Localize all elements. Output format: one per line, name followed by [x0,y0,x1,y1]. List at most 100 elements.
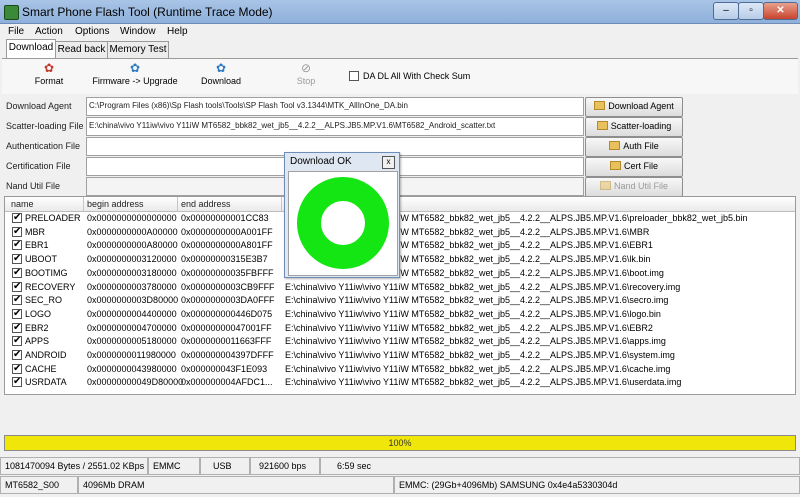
row-checkbox[interactable] [12,321,22,334]
da-dl-checksum-label: DA DL All With Check Sum [363,71,471,81]
column-header-name[interactable]: name [11,199,34,209]
begin-address: 0x0000000003180000 [87,267,177,278]
partition-name: CACHE [25,363,57,374]
end-address: 0x000000043F1E093 [181,363,268,374]
folder-icon [609,161,621,170]
row-checkbox[interactable] [12,238,22,251]
end-address: 0x0000000003CB9FFF [181,281,275,292]
end-address: 0x000000004AFDC1... [181,377,273,388]
status-time: 6:59 sec [320,457,800,475]
app-icon [4,5,19,20]
begin-address: 0x0000000003780000 [87,281,177,292]
minimize-button[interactable]: – [713,2,739,20]
row-checkbox[interactable] [12,293,22,306]
table-row[interactable]: APPS 0x0000000005180000 0x0000000011663FFF… [5,334,795,348]
success-ring-icon [297,177,389,269]
end-address: 0x00000000047001FF [181,322,272,333]
format-label: Format [34,76,64,86]
scatter-loading-field[interactable]: E:\china\vivo Y11iw\vivo Y11iW MT6582_bb… [86,117,584,136]
firmware-upgrade-button[interactable]: ✿ Firmware -> Upgrade [88,62,182,86]
table-row[interactable]: PRELOADER 0x0000000000000000 0x00000000001… [5,211,795,225]
firmware-upgrade-label: Firmware -> Upgrade [92,76,178,86]
nand-util-file-button[interactable]: Nand Util File [585,177,683,197]
partition-table: name begin address end address PRELOADER… [4,196,796,395]
table-row[interactable]: MBR0x0000000000A000000x0000000000A001FFE… [5,225,795,239]
partition-name: USRDATA [25,377,67,388]
table-row[interactable]: BOOTIMG 0x0000000003180000 0x00000000035FB… [5,266,795,280]
download-button[interactable]: ✿ Download [196,62,246,86]
format-icon: ✿ [43,61,55,75]
partition-file-path: E:\china\vivo Y11iw\vivo Y11iW MT6582_bb… [285,308,661,319]
row-checkbox[interactable] [12,307,22,320]
row-checkbox[interactable] [12,280,22,293]
maximize-button[interactable]: ▫ [738,2,764,20]
begin-address: 0x0000000000A80000 [87,240,178,251]
menu-action[interactable]: Action [35,26,63,37]
table-row[interactable]: EBR2 0x0000000004700000 0x00000000047001FF… [5,321,795,335]
scatter-loading-button-label: Scatter-loading [610,121,672,131]
partition-file-path: E:\china\vivo Y11iw\vivo Y11iW MT6582_bb… [285,295,669,306]
close-button[interactable]: ✕ [763,2,798,20]
menu-bar: File Action Options Window Help [0,24,800,39]
table-row[interactable]: SEC_RO 0x0000000003D800000x0000000003DA0F… [5,293,795,307]
row-checkbox[interactable] [12,266,22,279]
cert-file-button[interactable]: Cert File [585,157,683,177]
partition-file-path: E:\china\vivo Y11iw\vivo Y11iW MT6582_bb… [285,377,682,388]
auth-file-button[interactable]: Auth File [585,137,683,157]
begin-address: 0x0000000000000000 [87,213,177,223]
download-agent-field[interactable]: C:\Program Files (x86)\Sp Flash tools\To… [86,97,584,116]
row-checkbox[interactable] [12,362,22,375]
begin-address: 0x0000000011980000 [87,350,176,360]
partition-name: EBR2 [25,322,49,333]
table-row[interactable]: ANDROID 0x0000000011980000 0x000000004397D… [5,348,795,362]
column-header-end[interactable]: end address [181,199,231,209]
progress-bar: 100% [4,435,796,451]
begin-address: 0x0000000005180000 [87,336,177,347]
da-dl-checksum-checkbox[interactable] [349,71,359,81]
row-checkbox[interactable] [12,225,22,238]
end-address: 0x00000000035FBFFF [181,267,274,278]
scatter-loading-label: Scatter-loading File [6,121,84,131]
menu-file[interactable]: File [8,26,24,37]
row-checkbox[interactable] [12,252,22,265]
table-row[interactable]: UBOOT 0x0000000003120000 0x00000000315E3B7… [5,252,795,266]
download-agent-button[interactable]: Download Agent [585,97,683,117]
folder-icon [609,141,621,150]
format-button[interactable]: ✿ Format [26,62,72,86]
tab-read-back[interactable]: Read back [55,41,108,59]
folder-icon [594,101,606,110]
end-address: 0x0000000000A001FF [181,226,273,237]
table-row[interactable]: RECOVERY 0x0000000003780000 0x0000000003CB… [5,280,795,294]
stop-button[interactable]: ⊘ Stop [290,62,322,86]
row-checkbox[interactable] [12,348,22,361]
menu-window[interactable]: Window [120,26,156,37]
dialog-close-button[interactable]: x [382,156,395,169]
title-bar: Smart Phone Flash Tool (Runtime Trace Mo… [0,0,800,24]
partition-name: SEC_RO [25,295,63,306]
partition-name: MBR [25,226,45,237]
status-emmc: EMMC: (29Gb+4096Mb) SAMSUNG 0x4e4a533030… [394,476,800,494]
begin-address: 0x0000000003120000 [87,254,177,265]
table-row[interactable]: USRDATA 0x00000000049D800000x000000004AFD… [5,375,795,389]
certification-file-label: Certification File [6,161,71,171]
firmware-upgrade-icon: ✿ [129,61,141,75]
window-title: Smart Phone Flash Tool (Runtime Trace Mo… [22,5,273,19]
tab-download[interactable]: Download [6,39,56,59]
stop-icon: ⊘ [300,61,312,75]
end-address: 0x000000000446D075 [181,308,273,319]
table-row[interactable]: CACHE 0x0000000043980000 0x000000043F1E093… [5,362,795,376]
table-header: name begin address end address [5,197,795,212]
end-address: 0x00000000001CC83 [181,213,269,223]
column-header-begin[interactable]: begin address [87,199,144,209]
menu-options[interactable]: Options [75,26,109,37]
table-row[interactable]: EBR1 0x0000000000A800000x0000000000A801FF… [5,238,795,252]
auth-file-button-label: Auth File [623,141,659,151]
row-checkbox[interactable] [12,211,22,224]
row-checkbox[interactable] [12,334,22,347]
tab-memory-test[interactable]: Memory Test [107,41,169,59]
table-row[interactable]: LOGO 0x0000000004400000 0x000000000446D075… [5,307,795,321]
menu-help[interactable]: Help [167,26,188,37]
scatter-loading-button[interactable]: Scatter-loading [585,117,683,137]
download-ok-dialog: Download OK x [284,152,400,278]
row-checkbox[interactable] [12,375,22,388]
